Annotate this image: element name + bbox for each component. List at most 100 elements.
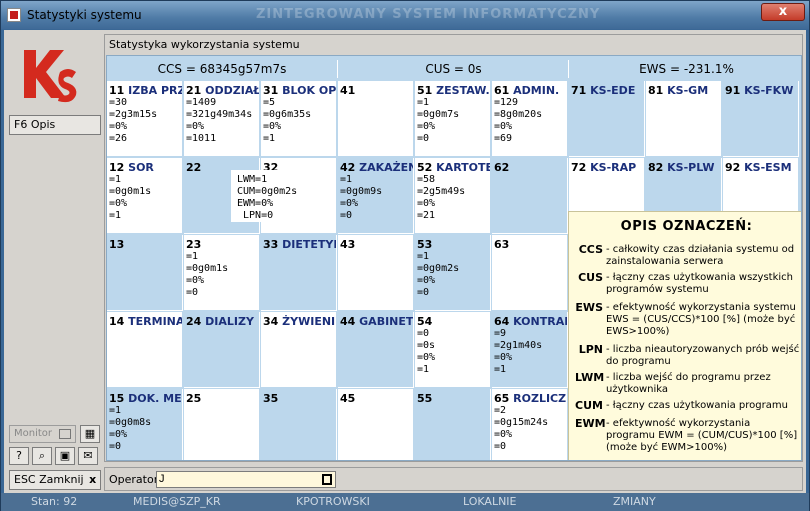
module-stat: =0% — [186, 121, 205, 132]
operator-input[interactable]: J — [156, 471, 336, 488]
module-stat: =1 — [340, 174, 353, 185]
module-cell[interactable]: 81 KS-GM — [646, 81, 722, 157]
module-cell[interactable]: 11 IZBA PRZ =30 =2g3m15s =0% =26 — [107, 81, 183, 157]
module-number: 54 — [417, 315, 433, 328]
module-cell[interactable]: 35 — [261, 389, 337, 460]
module-name: 53 — [415, 235, 490, 251]
legend-desc: - liczba wejść do programu przez użytkow… — [606, 372, 771, 395]
module-cell[interactable]: 64 KONTRAH =9 =2g1m40s =0% =1 — [492, 312, 568, 388]
module-cell[interactable]: 21 ODDZIAŁ =1409 =321g49m34s =0% =1011 — [184, 81, 260, 157]
help-button[interactable]: ? — [9, 447, 29, 465]
module-cell[interactable]: 91 KS-FKW — [723, 81, 799, 157]
module-label: KARTOTE — [436, 161, 491, 174]
module-label: DOK. MED — [128, 392, 182, 405]
module-stat: =0g15m24s — [494, 417, 549, 428]
module-name: 52 KARTOTE — [415, 158, 490, 174]
module-cell[interactable]: 13 — [107, 235, 183, 311]
module-label: IZBA PRZ — [128, 84, 183, 97]
tooltip-line: CUM=0g0m2s — [237, 186, 298, 197]
module-cell[interactable]: 34 ŻYWIENIE — [261, 312, 337, 388]
module-name: 44 GABINET — [338, 312, 413, 328]
module-stat: =0s — [417, 340, 436, 351]
module-name: 14 TERMINA — [107, 312, 182, 328]
legend-abbr: LPN — [578, 343, 603, 356]
module-stat: =129 — [494, 97, 519, 108]
module-stat: =0 — [417, 328, 430, 339]
module-stat: =0% — [340, 198, 359, 209]
module-cell[interactable]: 45 — [338, 389, 414, 460]
module-cell[interactable]: 43 — [338, 235, 414, 311]
module-name: 35 — [261, 389, 336, 405]
cus-header: CUS = 0s — [339, 60, 569, 78]
legend-abbr: LWM — [575, 371, 605, 384]
module-cell[interactable]: 62 — [492, 158, 568, 234]
module-stat: =1 — [417, 251, 430, 262]
module-cell[interactable]: 55 — [415, 389, 491, 460]
close-button[interactable]: x — [761, 3, 805, 21]
module-cell[interactable]: 51 ZESTAW. =1 =0g0m7s =0% =0 — [415, 81, 491, 157]
monitor-button[interactable]: Monitor — [9, 425, 76, 443]
background-app-title: ZINTEGROWANY SYSTEM INFORMATYCZNY — [256, 7, 601, 22]
module-number: 51 — [417, 84, 433, 97]
module-name: 81 KS-GM — [646, 81, 721, 97]
module-cell[interactable]: 41 — [338, 81, 414, 157]
module-name: 13 — [107, 235, 182, 251]
module-number: 63 — [494, 238, 510, 251]
module-cell[interactable]: 54 =0 =0s =0% =1 — [415, 312, 491, 388]
module-number: 42 — [340, 161, 356, 174]
module-name: 54 — [415, 312, 490, 328]
module-cell[interactable]: 14 TERMINA — [107, 312, 183, 388]
legend-desc: - całkowity czas działania systemu od za… — [606, 244, 795, 267]
module-name: 45 — [338, 389, 413, 405]
status-item: LOKALNIE — [463, 495, 517, 508]
operator-value: J — [159, 473, 165, 485]
module-number: 14 — [109, 315, 125, 328]
module-cell[interactable]: 53 =1 =0g0m2s =0% =0 — [415, 235, 491, 311]
monitor-label: Monitor — [14, 428, 53, 439]
module-stat: =321g49m34s — [186, 109, 253, 120]
module-name: 63 — [492, 235, 567, 251]
description-button[interactable]: F6 Opis — [9, 115, 101, 135]
module-cell[interactable]: 65 ROZLICZ =2 =0g15m24s =0% =0 — [492, 389, 568, 460]
module-name: 15 DOK. MED — [107, 389, 182, 405]
search-icon: ⌕ — [38, 449, 46, 462]
module-stat: =0g0m2s — [417, 263, 460, 274]
module-label: ROZLICZ — [513, 392, 567, 405]
module-cell[interactable]: 15 DOK. MED=1=0g0m8s=0%=0 — [107, 389, 183, 460]
module-stat: =2g5m49s — [417, 186, 466, 197]
module-name: 33 DIETETYK — [261, 235, 336, 251]
module-stat: =69 — [494, 133, 513, 144]
module-cell[interactable]: 52 KARTOTE =58 =2g5m49s =0% =21 — [415, 158, 491, 234]
module-label: KONTRAH — [513, 315, 568, 328]
module-label: KS-GM — [667, 84, 709, 97]
module-cell[interactable]: 42 ZAKAŻEN =1 =0g0m9s =0% =0 — [338, 158, 414, 234]
module-name: 92 KS-ESM — [723, 158, 798, 174]
lookup-icon[interactable] — [322, 474, 332, 485]
screenshot-button[interactable]: ▣ — [55, 447, 75, 465]
module-stat: =9 — [494, 328, 507, 339]
module-cell[interactable]: 12 SOR =1 =0g0m1s =0% =1 — [107, 158, 183, 234]
mail-button[interactable]: ✉ — [78, 447, 98, 465]
module-cell[interactable]: 63 — [492, 235, 568, 311]
module-cell[interactable]: 25 — [184, 389, 260, 460]
module-number: 24 — [186, 315, 202, 328]
legend-desc: - efektywność wykorzystania programu EWM… — [606, 418, 798, 453]
module-stat: =0 — [417, 287, 430, 298]
module-cell[interactable]: 61 ADMIN. =129 =8g0m20s =0% =69 — [492, 81, 568, 157]
module-stat: =1 — [263, 133, 276, 144]
module-cell[interactable]: 23 =1 =0g0m1s =0% =0 — [184, 235, 260, 311]
module-cell[interactable]: 31 BLOK OPE=5=0g6m35s=0%=1 — [261, 81, 337, 157]
module-cell[interactable]: 33 DIETETYK — [261, 235, 337, 311]
module-number: 62 — [494, 161, 510, 174]
calculator-button[interactable]: ▦ — [80, 425, 100, 443]
module-label: KS-ESM — [744, 161, 792, 174]
search-button[interactable]: ⌕ — [32, 447, 52, 465]
module-name: 11 IZBA PRZ — [107, 81, 182, 97]
close-esc-button[interactable]: ESC Zamknij x — [9, 470, 101, 490]
module-cell[interactable]: 71 KS-EDE — [569, 81, 645, 157]
module-cell[interactable]: 24 DIALIZY — [184, 312, 260, 388]
module-number: 41 — [340, 84, 356, 97]
module-stat: =0 — [417, 133, 430, 144]
module-name: 31 BLOK OPE — [261, 81, 336, 97]
module-cell[interactable]: 44 GABINET — [338, 312, 414, 388]
